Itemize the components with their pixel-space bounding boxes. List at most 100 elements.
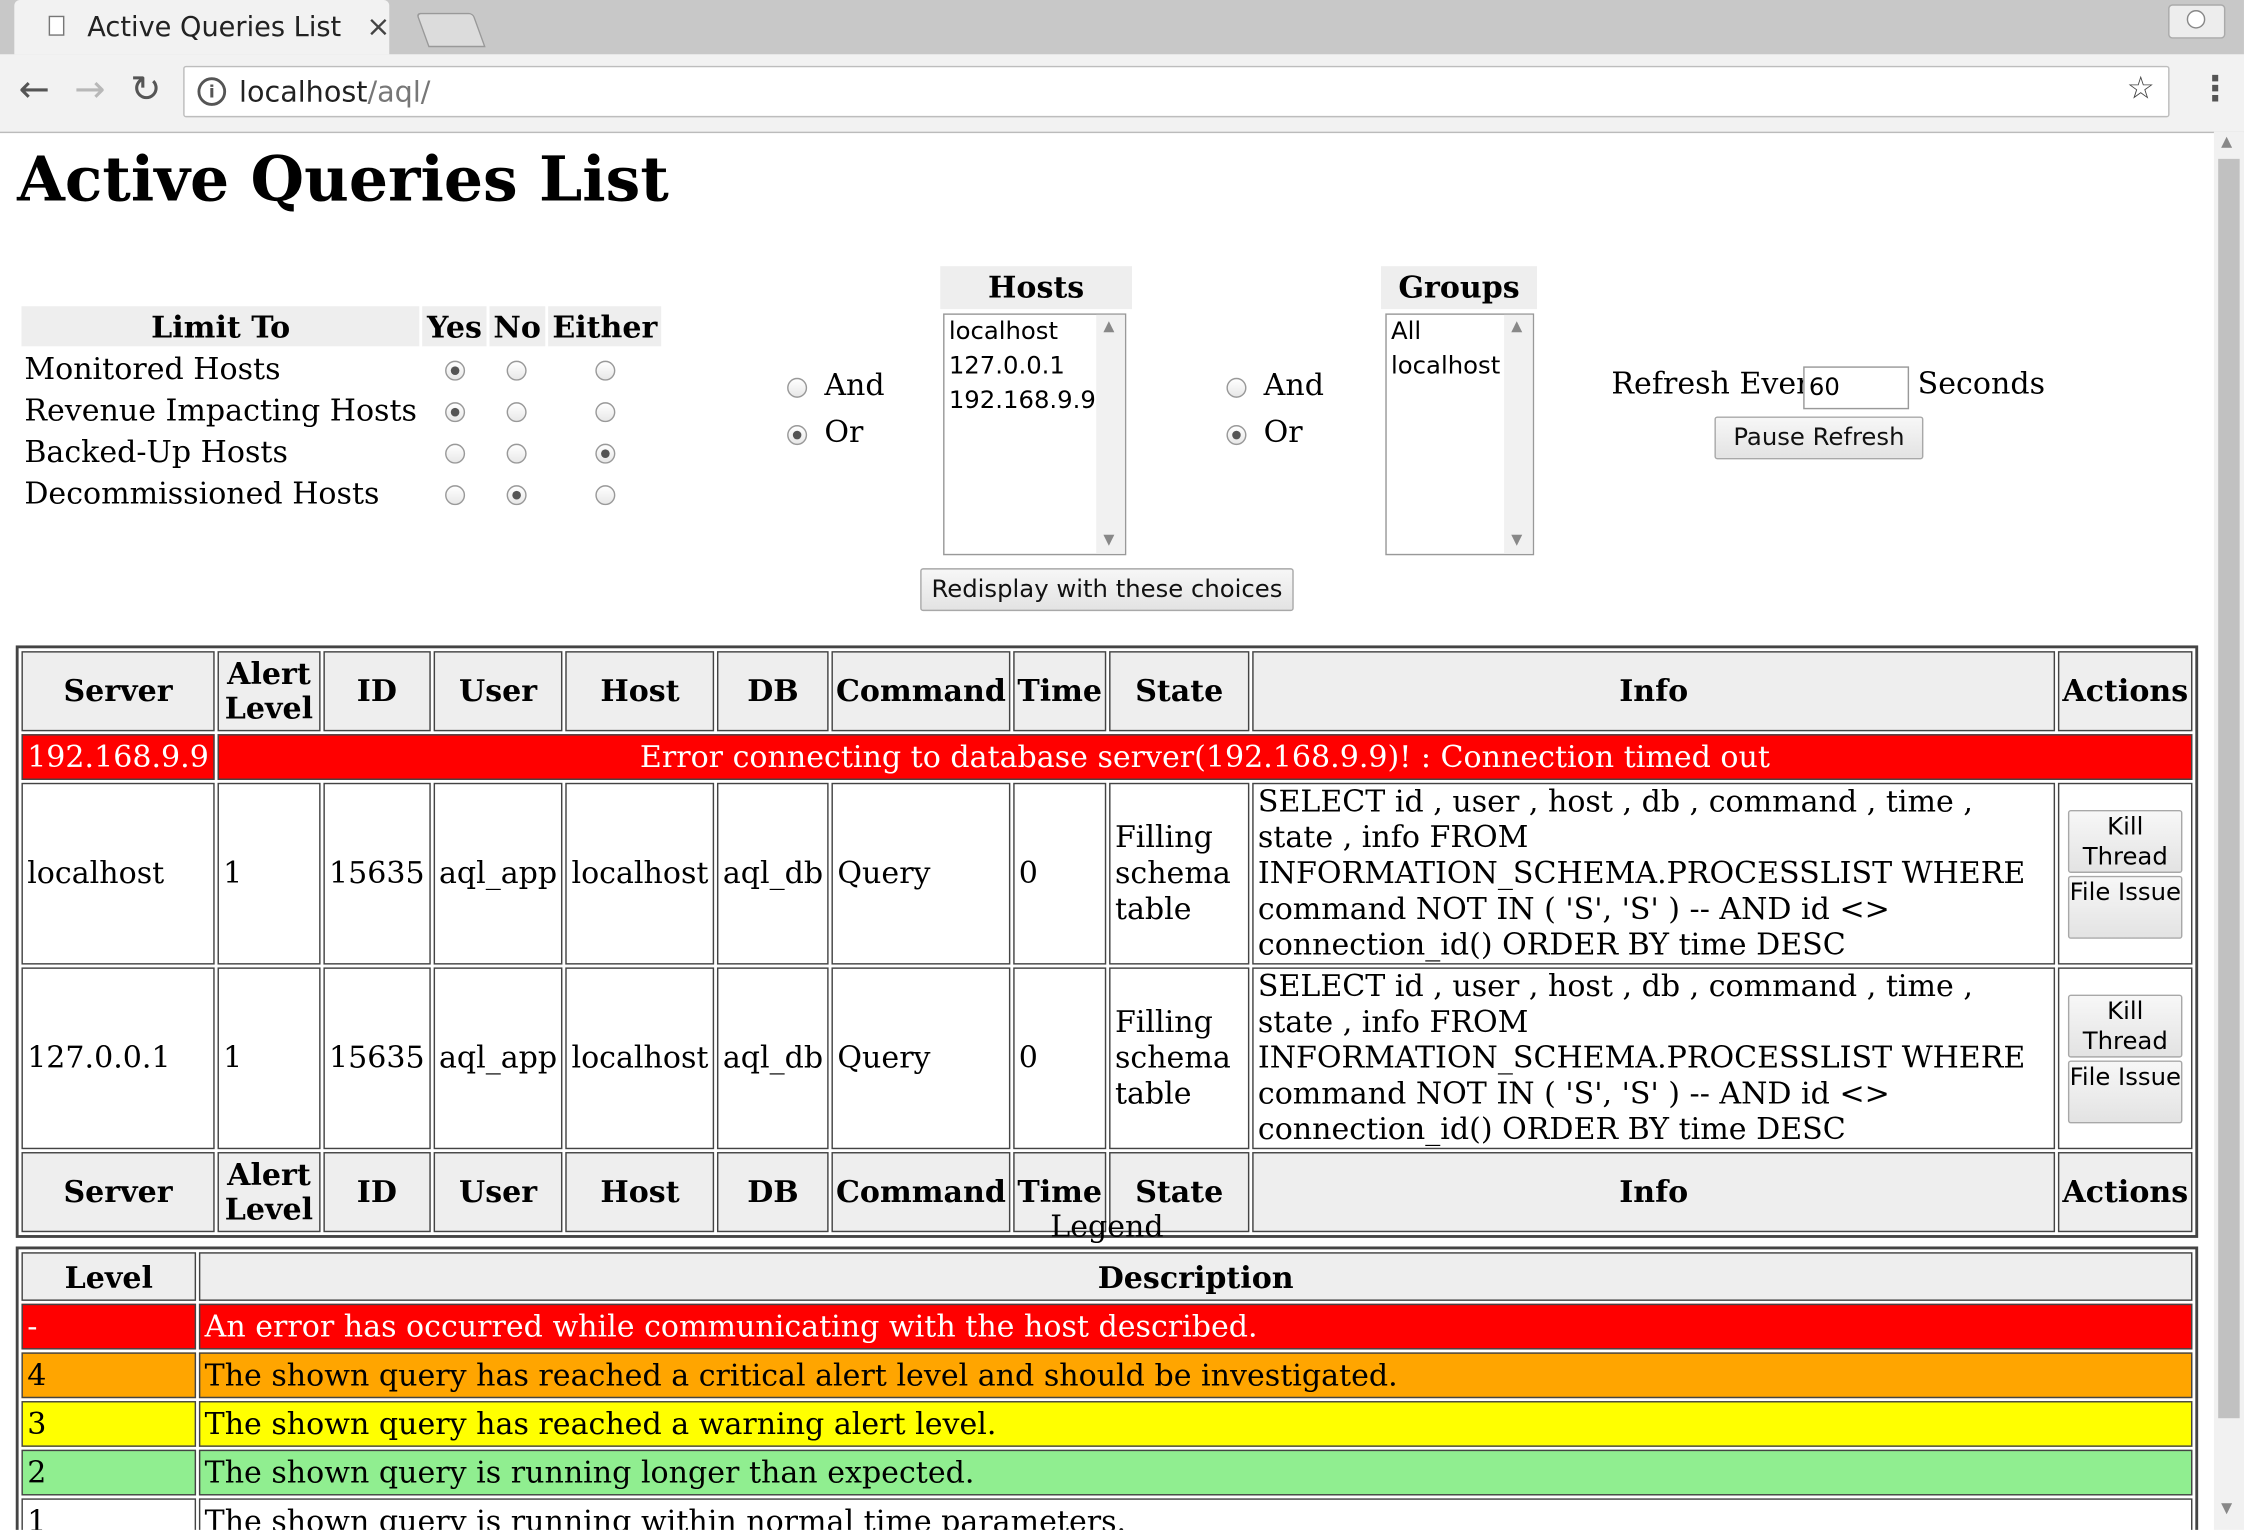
active-tab[interactable]: Active Queries List ×: [14, 0, 390, 55]
back-icon[interactable]: ←: [19, 69, 50, 112]
logic-option-or[interactable]: Or: [787, 415, 885, 462]
groups-title: Groups: [1381, 266, 1538, 310]
query-cell-info: SELECT id , user , host , db , command ,…: [1252, 967, 2056, 1150]
logic-label-and: And: [1263, 367, 1324, 403]
address-bar[interactable]: i localhost/aql/ ☆: [183, 65, 2170, 118]
profile-button[interactable]: [2168, 4, 2226, 39]
url-host: localhost: [238, 74, 368, 109]
scroll-up-icon[interactable]: ▲: [1103, 319, 1114, 335]
group-logic-radios: And Or: [1226, 368, 1324, 462]
radio-no[interactable]: [507, 360, 528, 381]
limit-row: Monitored Hosts: [21, 349, 661, 388]
hosts-title: Hosts: [940, 266, 1133, 310]
radio-yes[interactable]: [444, 402, 465, 423]
column-header-host: Host: [565, 651, 715, 732]
logic-label-and: And: [824, 367, 885, 403]
radio-yes[interactable]: [444, 360, 465, 381]
scroll-down-icon[interactable]: ▼: [2221, 1501, 2232, 1517]
table-header-row: Server Alert Level ID User Host DB Command Time…: [21, 651, 2193, 732]
limit-row-label: Decommissioned Hosts: [24, 475, 380, 511]
redisplay-button[interactable]: Redisplay with these choices: [920, 568, 1294, 612]
scroll-down-icon[interactable]: ▼: [1511, 532, 1522, 548]
legend-level-header: Level: [21, 1252, 197, 1301]
limit-radio-cell: [489, 474, 545, 513]
limit-radio-cell: [489, 391, 545, 430]
query-row: 127.0.0.1 1 15635 aql_app localhost aql_db Que…: [21, 967, 2193, 1150]
legend-description-cell: The shown query has reached a critical a…: [198, 1352, 2193, 1399]
query-cell-state: Filling schema table: [1109, 782, 1250, 965]
either-header: Either: [548, 306, 662, 347]
file-issue-button[interactable]: File Issue: [2068, 1059, 2183, 1123]
no-header: No: [489, 306, 546, 347]
refresh-label: Refresh Every: [1611, 366, 1828, 401]
radio-no[interactable]: [507, 443, 528, 464]
yes-header: Yes: [422, 306, 487, 347]
limit-row: Backed-Up Hosts: [21, 432, 661, 471]
page-scrollbar[interactable]: ▲ ▼: [2213, 131, 2244, 1530]
menu-icon[interactable]: ⋮: [2198, 69, 2232, 109]
logic-option-and[interactable]: And: [1226, 368, 1324, 415]
file-issue-button[interactable]: File Issue: [2068, 875, 2183, 939]
radio-yes[interactable]: [444, 485, 465, 506]
radio-either[interactable]: [594, 485, 615, 506]
query-cell-info: SELECT id , user , host , db , command ,…: [1252, 782, 2056, 965]
query-cell-alert-level: 1: [217, 967, 321, 1150]
query-cell-host: localhost: [565, 782, 715, 965]
logic-option-or[interactable]: Or: [1226, 415, 1324, 462]
radio-no[interactable]: [507, 402, 528, 423]
limit-radio-cell: [489, 349, 545, 388]
page-icon: [48, 15, 65, 36]
url-text: localhost/aql/: [239, 74, 430, 108]
groups-listbox[interactable]: All localhost ▲ ▼: [1385, 313, 1535, 556]
kill-thread-button[interactable]: Kill Thread: [2068, 809, 2183, 873]
hosts-scrollbar[interactable]: ▲ ▼: [1096, 314, 1125, 554]
scroll-thumb[interactable]: [2218, 158, 2240, 1419]
url-path: /aql/: [367, 74, 431, 109]
profile-icon: [2186, 10, 2206, 29]
legend-description-cell: The shown query is running within normal…: [198, 1498, 2193, 1530]
new-tab-button[interactable]: [415, 12, 486, 48]
column-header-user: User: [433, 651, 563, 732]
limit-to-table: Limit To Yes No Either Monitored Hosts Re…: [19, 303, 665, 515]
error-message-cell: Error connecting to database server(192.…: [217, 734, 2193, 780]
forward-icon[interactable]: →: [74, 69, 105, 112]
radio-yes[interactable]: [444, 443, 465, 464]
query-row: localhost 1 15635 aql_app localhost aql_db Que…: [21, 782, 2193, 965]
kill-thread-button[interactable]: Kill Thread: [2068, 993, 2183, 1057]
radio-no[interactable]: [507, 485, 528, 506]
column-header-time: Time: [1013, 651, 1107, 732]
legend-row: 4 The shown query has reached a critical …: [21, 1352, 2193, 1399]
query-cell-time: 0: [1013, 782, 1107, 965]
query-cell-alert-level: 1: [217, 782, 321, 965]
radio-or[interactable]: [787, 424, 808, 445]
radio-and[interactable]: [1226, 377, 1247, 398]
scroll-down-icon[interactable]: ▼: [1103, 532, 1114, 548]
tab-title: Active Queries List: [87, 11, 342, 43]
radio-either[interactable]: [594, 402, 615, 423]
scroll-up-icon[interactable]: ▲: [1511, 319, 1522, 335]
groups-scrollbar[interactable]: ▲ ▼: [1504, 314, 1533, 554]
column-header-db: DB: [717, 651, 829, 732]
limit-radio-cell: [489, 432, 545, 471]
limit-row-label: Backed-Up Hosts: [24, 434, 288, 469]
radio-and[interactable]: [787, 377, 808, 398]
column-header-server: Server: [21, 651, 215, 732]
radio-or[interactable]: [1226, 424, 1247, 445]
hosts-listbox[interactable]: localhost 127.0.0.1 192.168.9.9 ▲ ▼: [943, 313, 1127, 556]
limit-radio-cell: [423, 349, 486, 388]
legend-level-cell: 1: [21, 1498, 197, 1530]
legend-description-cell: An error has occurred while communicatin…: [198, 1303, 2193, 1350]
scroll-up-icon[interactable]: ▲: [2221, 135, 2232, 151]
legend-table: Level Description - An error has occurred…: [15, 1246, 2199, 1530]
radio-either[interactable]: [594, 443, 615, 464]
info-icon[interactable]: i: [197, 77, 227, 106]
close-icon[interactable]: ×: [366, 9, 390, 43]
logic-option-and[interactable]: And: [787, 368, 885, 415]
reload-icon[interactable]: ↻: [130, 69, 161, 112]
query-cell-time: 0: [1013, 967, 1107, 1150]
radio-either[interactable]: [594, 360, 615, 381]
column-header-actions: Actions: [2058, 651, 2193, 732]
star-icon[interactable]: ☆: [2127, 72, 2155, 108]
pause-refresh-button[interactable]: Pause Refresh: [1714, 416, 1924, 460]
refresh-interval-input[interactable]: [1803, 366, 1910, 410]
